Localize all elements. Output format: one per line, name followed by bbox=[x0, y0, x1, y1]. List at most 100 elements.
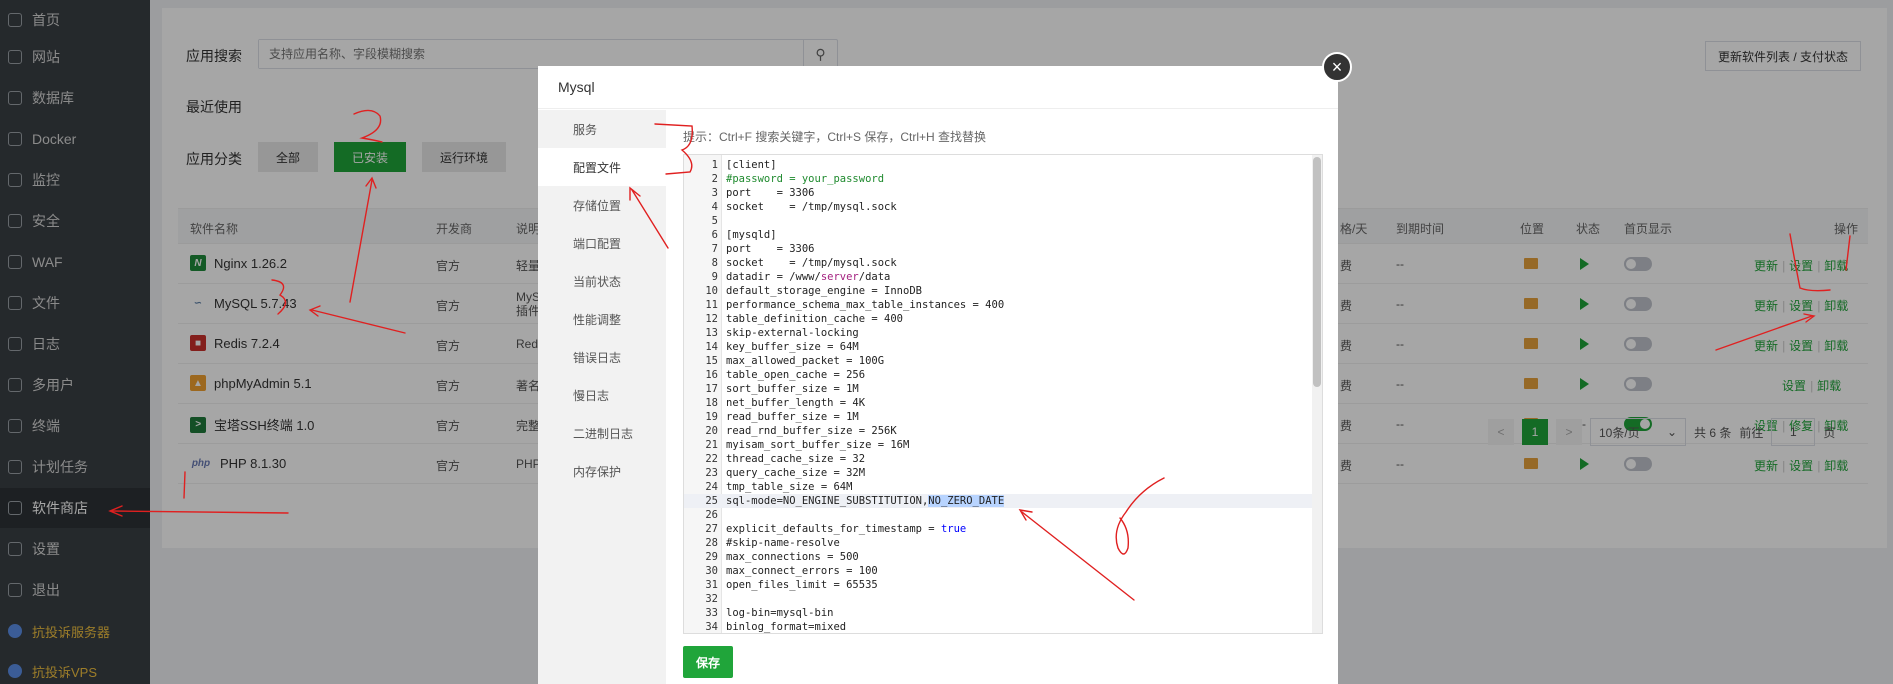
code-text: table_definition_cache = 400 bbox=[726, 313, 904, 325]
code-line[interactable]: 21 myisam_sort_buffer_size = 16M bbox=[684, 438, 1312, 452]
line-number: 19 bbox=[705, 411, 718, 423]
code-line[interactable]: 6 [mysqld] bbox=[684, 228, 1312, 242]
line-number: 4 bbox=[711, 201, 718, 213]
code-text: performance_schema_max_table_instances =… bbox=[726, 299, 1005, 311]
line-number: 10 bbox=[705, 285, 718, 297]
line-number: 34 bbox=[705, 621, 718, 633]
code-text: log-bin=mysql-bin bbox=[726, 607, 834, 619]
nav-slow-log[interactable]: 慢日志 bbox=[538, 376, 666, 414]
code-line[interactable]: 13 skip-external-locking bbox=[684, 326, 1312, 340]
code-text: tmp_table_size = 64M bbox=[726, 481, 853, 493]
nav-service[interactable]: 服务 bbox=[538, 110, 666, 148]
code-text: read_rnd_buffer_size = 256K bbox=[726, 425, 897, 437]
code-text: table_open_cache = 256 bbox=[726, 369, 866, 381]
line-number: 12 bbox=[705, 313, 718, 325]
code-line[interactable]: 29 max_connections = 500 bbox=[684, 550, 1312, 564]
code-line[interactable]: 32 bbox=[684, 592, 1312, 606]
code-text: max_allowed_packet = 100G bbox=[726, 355, 885, 367]
line-number: 31 bbox=[705, 579, 718, 591]
line-number: 33 bbox=[705, 607, 718, 619]
code-line[interactable]: 5 bbox=[684, 214, 1312, 228]
code-line[interactable]: 33 log-bin=mysql-bin bbox=[684, 606, 1312, 620]
code-text: socket = /tmp/mysql.sock bbox=[726, 201, 897, 213]
line-number: 28 bbox=[705, 537, 718, 549]
line-number: 1 bbox=[711, 159, 718, 171]
code-text: sort_buffer_size = 1M bbox=[726, 383, 859, 395]
code-line[interactable]: 23 query_cache_size = 32M bbox=[684, 466, 1312, 480]
line-number: 9 bbox=[711, 271, 718, 283]
line-number: 2 bbox=[711, 173, 718, 185]
nav-error-log[interactable]: 错误日志 bbox=[538, 338, 666, 376]
line-number: 30 bbox=[705, 565, 718, 577]
code-line[interactable]: 27 explicit_defaults_for_timestamp = true bbox=[684, 522, 1312, 536]
code-text: socket = /tmp/mysql.sock bbox=[726, 257, 897, 269]
save-button[interactable]: 保存 bbox=[683, 646, 733, 678]
code-line[interactable]: 11 performance_schema_max_table_instances… bbox=[684, 298, 1312, 312]
nav-config-file[interactable]: 配置文件 bbox=[538, 148, 666, 186]
code-line[interactable]: 15 max_allowed_packet = 100G bbox=[684, 354, 1312, 368]
code-line[interactable]: 3 port = 3306 bbox=[684, 186, 1312, 200]
code-line[interactable]: 7 port = 3306 bbox=[684, 242, 1312, 256]
config-editor[interactable]: 1 [client] 2 #password = your_password 3 port… bbox=[683, 154, 1323, 634]
nav-performance[interactable]: 性能调整 bbox=[538, 300, 666, 338]
code-text: [client] bbox=[726, 159, 777, 171]
nav-current-status[interactable]: 当前状态 bbox=[538, 262, 666, 300]
line-number: 17 bbox=[705, 383, 718, 395]
code-line[interactable]: 30 max_connect_errors = 100 bbox=[684, 564, 1312, 578]
code-line[interactable]: 34 binlog_format=mixed bbox=[684, 620, 1312, 633]
code-line[interactable]: 14 key_buffer_size = 64M bbox=[684, 340, 1312, 354]
code-text: thread_cache_size = 32 bbox=[726, 453, 866, 465]
dialog-title: Mysql bbox=[538, 66, 1338, 109]
line-number: 18 bbox=[705, 397, 718, 409]
line-number: 11 bbox=[705, 299, 718, 311]
code-line[interactable]: 4 socket = /tmp/mysql.sock bbox=[684, 200, 1312, 214]
code-line[interactable]: 12 table_definition_cache = 400 bbox=[684, 312, 1312, 326]
code-line[interactable]: 22 thread_cache_size = 32 bbox=[684, 452, 1312, 466]
close-icon[interactable]: × bbox=[1322, 52, 1352, 82]
code-text: query_cache_size = 32M bbox=[726, 467, 866, 479]
code-text: max_connect_errors = 100 bbox=[726, 565, 878, 577]
code-line[interactable]: 25 sql-mode=NO_ENGINE_SUBSTITUTION,NO_ZER… bbox=[684, 494, 1312, 508]
code-line[interactable]: 28 #skip-name-resolve bbox=[684, 536, 1312, 550]
code-line[interactable]: 26 bbox=[684, 508, 1312, 522]
mysql-settings-dialog: Mysql 服务 配置文件 存储位置 端口配置 当前状态 性能调整 错误日志 慢… bbox=[538, 66, 1338, 684]
code-text: port = 3306 bbox=[726, 243, 815, 255]
code-line[interactable]: 24 tmp_table_size = 64M bbox=[684, 480, 1312, 494]
scrollbar-thumb[interactable] bbox=[1313, 157, 1321, 387]
code-line[interactable]: 16 table_open_cache = 256 bbox=[684, 368, 1312, 382]
code-line[interactable]: 1 [client] bbox=[684, 158, 1312, 172]
line-number: 25 bbox=[705, 495, 718, 507]
code-line[interactable]: 10 default_storage_engine = InnoDB bbox=[684, 284, 1312, 298]
code-line[interactable]: 8 socket = /tmp/mysql.sock bbox=[684, 256, 1312, 270]
nav-binlog[interactable]: 二进制日志 bbox=[538, 414, 666, 452]
nav-memory-protection[interactable]: 内存保护 bbox=[538, 452, 666, 490]
nav-port-config[interactable]: 端口配置 bbox=[538, 224, 666, 262]
line-number: 16 bbox=[705, 369, 718, 381]
line-number: 27 bbox=[705, 523, 718, 535]
code-text: sql-mode=NO_ENGINE_SUBSTITUTION,NO_ZERO_… bbox=[726, 495, 1005, 507]
code-text: key_buffer_size = 64M bbox=[726, 341, 859, 353]
line-number: 3 bbox=[711, 187, 718, 199]
code-text: #skip-name-resolve bbox=[726, 537, 840, 549]
code-text: default_storage_engine = InnoDB bbox=[726, 285, 922, 297]
code-line[interactable]: 2 #password = your_password bbox=[684, 172, 1312, 186]
code-text: max_connections = 500 bbox=[726, 551, 859, 563]
line-number: 23 bbox=[705, 467, 718, 479]
code-line[interactable]: 9 datadir = /www/server/data bbox=[684, 270, 1312, 284]
code-line[interactable]: 20 read_rnd_buffer_size = 256K bbox=[684, 424, 1312, 438]
code-line[interactable]: 19 read_buffer_size = 1M bbox=[684, 410, 1312, 424]
line-number: 5 bbox=[711, 215, 718, 227]
line-number: 29 bbox=[705, 551, 718, 563]
nav-storage-location[interactable]: 存储位置 bbox=[538, 186, 666, 224]
code-line[interactable]: 17 sort_buffer_size = 1M bbox=[684, 382, 1312, 396]
code-text: read_buffer_size = 1M bbox=[726, 411, 859, 423]
dialog-nav: 服务 配置文件 存储位置 端口配置 当前状态 性能调整 错误日志 慢日志 二进制… bbox=[538, 110, 666, 684]
code-line[interactable]: 18 net_buffer_length = 4K bbox=[684, 396, 1312, 410]
line-number: 14 bbox=[705, 341, 718, 353]
line-number: 20 bbox=[705, 425, 718, 437]
code-text: open_files_limit = 65535 bbox=[726, 579, 878, 591]
editor-scrollbar[interactable] bbox=[1312, 155, 1322, 633]
line-number: 32 bbox=[705, 593, 718, 605]
code-line[interactable]: 31 open_files_limit = 65535 bbox=[684, 578, 1312, 592]
code-text: binlog_format=mixed bbox=[726, 621, 847, 633]
